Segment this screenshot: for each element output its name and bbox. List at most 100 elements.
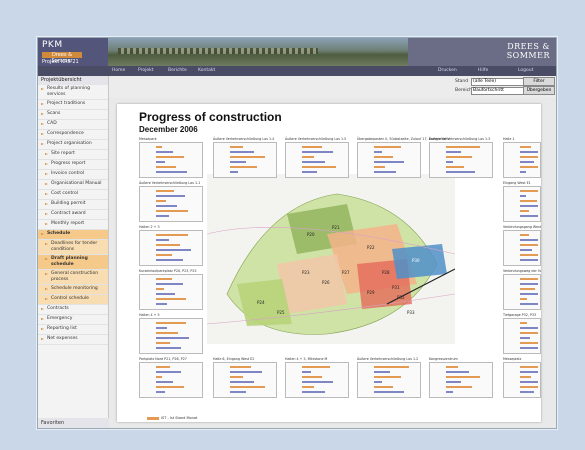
sidebar-item-label: Net expenses bbox=[47, 336, 78, 341]
sidebar-item[interactable]: ► Scans bbox=[38, 110, 108, 120]
mini-progress-chart: Übergabeposten II, Südostseite, Zulauf 1… bbox=[357, 137, 450, 178]
sidebar-item[interactable]: ► Emergency bbox=[38, 315, 108, 325]
mini-progress-chart: Tiefgarage P32, P33 bbox=[503, 313, 541, 354]
mini-chart-bar bbox=[230, 161, 246, 163]
sidebar-item-label: Building permit bbox=[51, 201, 86, 206]
mini-chart-bar bbox=[156, 195, 185, 197]
nav-item-logout[interactable]: Logout bbox=[518, 68, 533, 73]
mini-chart-title: Hallen 2 + 3 bbox=[139, 225, 160, 229]
document-subtitle: December 2006 bbox=[139, 125, 198, 134]
site-map: P20 P21 P22 P23 P24 P25 P26 P27 P28 P29 … bbox=[207, 174, 455, 344]
mini-chart-title: Messepark bbox=[139, 137, 157, 141]
mini-chart-area bbox=[139, 230, 203, 266]
sidebar-item-label: Results of planning services bbox=[47, 86, 90, 97]
sidebar-item[interactable]: ► Contracts bbox=[38, 305, 108, 315]
mini-chart-bar bbox=[156, 342, 170, 344]
mini-chart-bar bbox=[156, 332, 178, 334]
nav-item-projekt[interactable]: Projekt bbox=[138, 68, 154, 73]
sidebar-footer[interactable]: Favoriten bbox=[38, 418, 111, 428]
submit-button[interactable]: Übergeben bbox=[523, 86, 555, 95]
mini-chart-bar bbox=[156, 249, 191, 251]
mini-chart-bar bbox=[156, 244, 180, 246]
sidebar-item[interactable]: ► Schedule monitoring bbox=[38, 285, 108, 295]
sidebar-item[interactable]: ► CAD bbox=[38, 120, 108, 130]
mini-progress-chart: Halle 1 bbox=[503, 137, 541, 178]
sidebar-item[interactable]: ► Project traditions bbox=[38, 100, 108, 110]
sidebar-item[interactable]: ► Project organisation bbox=[38, 140, 108, 150]
zone-label-p33: P33 bbox=[407, 310, 415, 315]
document-title: Progress of construction bbox=[139, 110, 282, 124]
sidebar-item[interactable]: ► Cost control bbox=[38, 190, 108, 200]
sidebar-item[interactable]: ► Deadlines for tender conditions bbox=[38, 240, 108, 255]
sidebar-list: ► Results of planning services ► Project tr… bbox=[38, 85, 108, 345]
mini-chart-bar bbox=[302, 371, 311, 373]
mini-chart-bar bbox=[374, 386, 393, 388]
sidebar-item[interactable]: ► Results of planning services bbox=[38, 85, 108, 100]
mini-chart-title: Hallen 4 + 5 bbox=[139, 313, 160, 317]
mini-progress-chart: Eingang West E1 bbox=[503, 181, 541, 222]
sidebar-item[interactable]: ► Monthly report bbox=[38, 220, 108, 230]
filter-select-stand[interactable]: (alle Teile) bbox=[471, 78, 530, 86]
mini-progress-chart: Äußere Verkehrserschließung Los 1.4 bbox=[213, 137, 277, 178]
mini-chart-bar bbox=[520, 283, 538, 285]
chevron-right-icon: ► bbox=[45, 181, 49, 186]
mini-chart-area bbox=[503, 274, 541, 310]
sidebar-item[interactable]: ► Draft planning schedule bbox=[38, 255, 108, 270]
sidebar-item[interactable]: ► Progress report bbox=[38, 160, 108, 170]
application-window: PKM Drees & Sommer Projekt KRS 21 DREES … bbox=[37, 37, 557, 429]
sidebar-item[interactable]: ► Schedule bbox=[38, 230, 108, 240]
mini-chart-bar bbox=[374, 166, 385, 168]
mini-chart-bar bbox=[520, 293, 538, 295]
nav-item-hilfe[interactable]: Hilfe bbox=[478, 68, 488, 73]
filter-button[interactable]: Filter bbox=[523, 77, 555, 86]
mini-chart-bar bbox=[374, 161, 404, 163]
top-bar: PKM Drees & Sommer Projekt KRS 21 DREES … bbox=[38, 38, 556, 66]
document-page: Progress of construction December 2006 P… bbox=[117, 104, 541, 422]
mini-chart-title: Kurzeinlaufparkplatz P20, P23, P25 bbox=[139, 269, 197, 273]
mini-chart-bar bbox=[446, 391, 453, 393]
mini-chart-bar bbox=[156, 376, 162, 378]
nav-item-drucken[interactable]: Drucken bbox=[438, 68, 457, 73]
mini-chart-bar bbox=[446, 366, 458, 368]
mini-chart-bar bbox=[374, 381, 382, 383]
mini-chart-area bbox=[503, 362, 541, 398]
sidebar-item[interactable]: ► Net expenses bbox=[38, 335, 108, 345]
sidebar-item[interactable]: ► General construction process bbox=[38, 270, 108, 285]
sidebar-item-label: Site report bbox=[51, 151, 75, 156]
nav-item-home[interactable]: Home bbox=[112, 68, 125, 73]
nav-item-kontakt[interactable]: Kontakt bbox=[198, 68, 215, 73]
pkm-logo[interactable]: PKM Drees & Sommer Projekt KRS 21 bbox=[38, 38, 108, 66]
mini-chart-bar bbox=[520, 239, 538, 241]
company-line-1: DREES & bbox=[507, 42, 550, 51]
sidebar-item[interactable]: ► Correspondence bbox=[38, 130, 108, 140]
sidebar-item[interactable]: ► Contract award bbox=[38, 210, 108, 220]
legend-label: IST - Ist Stand Monat bbox=[161, 416, 198, 420]
mini-chart-bar bbox=[156, 278, 172, 280]
mini-progress-chart: Äußere Verkehrserschließung Los 1.2 bbox=[357, 357, 421, 398]
mini-chart-bar bbox=[156, 337, 189, 339]
sidebar-item[interactable]: ► Site report bbox=[38, 150, 108, 160]
nav-item-berichte[interactable]: Berichte bbox=[168, 68, 187, 73]
mini-chart-bar bbox=[302, 376, 322, 378]
mini-chart-title: Halle 6, Eingang West E2 bbox=[213, 357, 255, 361]
mini-chart-bar bbox=[302, 381, 333, 383]
sidebar-item[interactable]: ► Organisational Manual bbox=[38, 180, 108, 190]
sidebar-item[interactable]: ► Control schedule bbox=[38, 295, 108, 305]
mini-chart-bar bbox=[520, 303, 538, 305]
mini-chart-bar bbox=[520, 381, 538, 383]
mini-chart-bar bbox=[520, 327, 538, 329]
zone-label-p23: P23 bbox=[302, 270, 310, 275]
filter-select-bereich[interactable]: Baufortschritt bbox=[471, 87, 530, 95]
mini-chart-bar bbox=[520, 195, 526, 197]
sidebar-item-label: Invoice control bbox=[51, 171, 85, 176]
mini-chart-bar bbox=[520, 288, 535, 290]
mini-chart-area bbox=[285, 142, 349, 178]
mini-chart-area bbox=[213, 142, 277, 178]
mini-chart-bar bbox=[302, 386, 314, 388]
mini-chart-bar bbox=[520, 322, 527, 324]
sidebar-item[interactable]: ► Reporting list bbox=[38, 325, 108, 335]
sidebar-item[interactable]: ► Invoice control bbox=[38, 170, 108, 180]
sidebar-item[interactable]: ► Building permit bbox=[38, 200, 108, 210]
sidebar-item-label: Schedule monitoring bbox=[51, 286, 98, 291]
chevron-right-icon: ► bbox=[45, 221, 49, 226]
